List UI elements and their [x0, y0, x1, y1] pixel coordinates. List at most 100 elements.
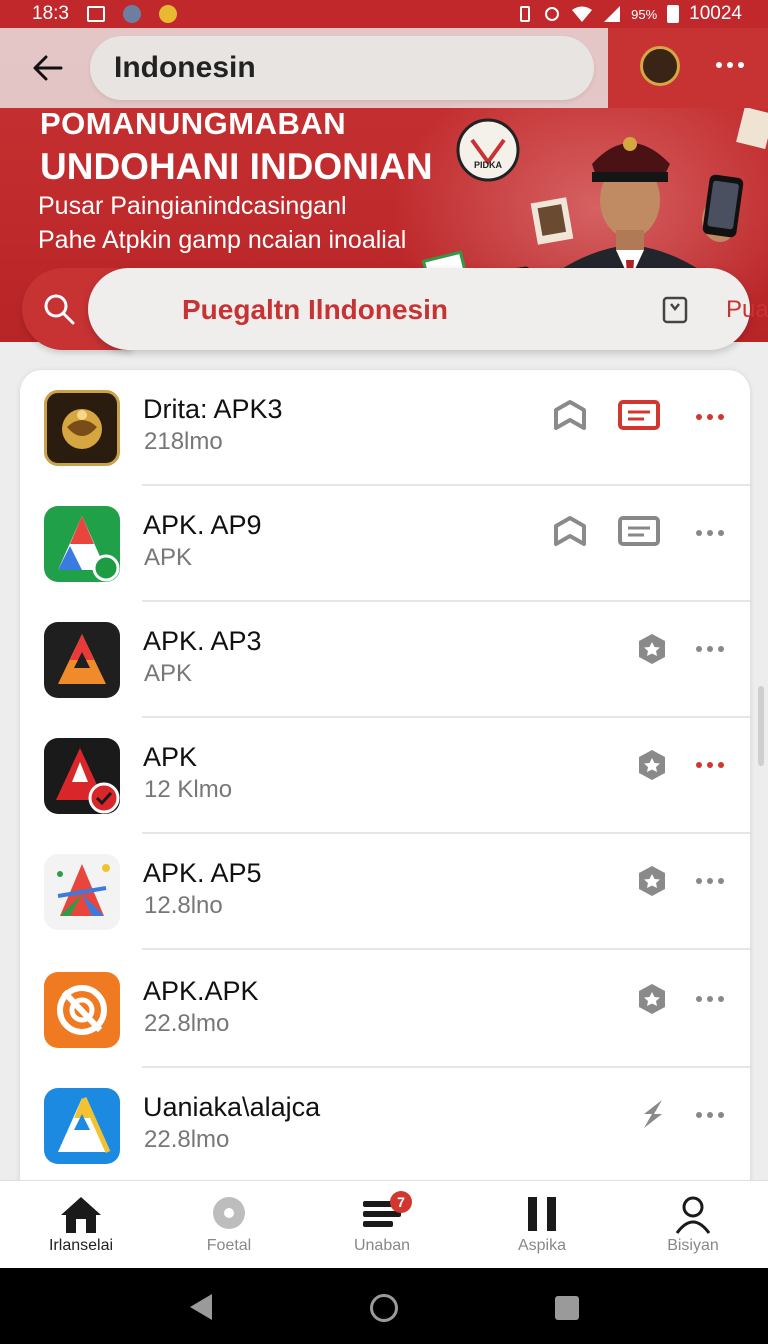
- app-meta: 22.8lmo: [144, 1126, 230, 1153]
- more-options-button[interactable]: [716, 62, 744, 68]
- shield-icon[interactable]: [552, 398, 588, 434]
- app-notification-icon-2: [158, 5, 177, 23]
- more-options-button[interactable]: [696, 414, 724, 420]
- search-icon[interactable]: [42, 292, 76, 326]
- battery-icon: [667, 5, 680, 23]
- list-item[interactable]: Drita: APK3 218lmo: [20, 370, 750, 486]
- app-notification-icon: [122, 5, 141, 23]
- message-icon[interactable]: [618, 400, 660, 430]
- message-icon[interactable]: [618, 516, 660, 546]
- hero-subtitle-2: Pahe Atpkin gamp ncaian inoalial: [38, 226, 407, 254]
- app-meta: APK: [144, 660, 193, 687]
- arrow-left-icon: [33, 55, 63, 81]
- more-options-button[interactable]: [696, 530, 724, 536]
- more-options-button[interactable]: [696, 1112, 724, 1118]
- person-icon: [675, 1196, 711, 1234]
- app-name: APK.APK: [143, 976, 259, 1006]
- nav-label: Unaban: [353, 1237, 411, 1254]
- app-bar-title[interactable]: Indonesin: [90, 36, 594, 100]
- pidka-badge-text: PIDKA: [474, 160, 503, 170]
- more-dot: [716, 62, 722, 68]
- app-name: APK. AP3: [143, 626, 262, 656]
- app-meta: 12 Klmo: [144, 776, 233, 803]
- list-item[interactable]: Uaniaka\alajca 22.8lmo: [20, 1068, 750, 1184]
- status-bar: 18:3 95% 10024: [0, 0, 768, 28]
- hex-star-icon[interactable]: [636, 864, 668, 898]
- shield-icon[interactable]: [552, 514, 588, 550]
- system-back-icon[interactable]: [190, 1294, 212, 1320]
- more-dot: [738, 62, 744, 68]
- top-app-bar: Indonesin: [0, 28, 768, 108]
- app-icon-red-a: [44, 738, 120, 814]
- more-options-button[interactable]: [696, 996, 724, 1002]
- app-icon-green-a: [44, 506, 120, 582]
- system-recents-icon[interactable]: [555, 1296, 579, 1320]
- more-options-button[interactable]: [696, 878, 724, 884]
- arrow-icon[interactable]: [638, 1098, 668, 1130]
- nav-item-home[interactable]: Irlanselai: [16, 1181, 146, 1269]
- search-query: Puegaltn Ilndonesin: [182, 294, 449, 325]
- app-name: APK: [143, 742, 198, 772]
- home-icon: [61, 1197, 101, 1233]
- nav-label: Aspika: [517, 1237, 567, 1254]
- photo-card-2: [736, 106, 768, 150]
- app-meta: 12.8lno: [144, 892, 223, 919]
- back-button[interactable]: [20, 48, 76, 88]
- bottom-nav: Irlanselai Foetal Unaban Aspika Bisiyan: [0, 1180, 768, 1268]
- bookmark-icon[interactable]: [662, 296, 688, 324]
- search-action-button[interactable]: Pualk: [726, 296, 768, 324]
- app-name: Drita: APK3: [143, 394, 283, 424]
- app-meta: APK: [144, 544, 193, 571]
- more-options-button[interactable]: [696, 762, 724, 768]
- system-nav-bar: [0, 1268, 768, 1344]
- system-home-icon[interactable]: [370, 1294, 398, 1322]
- nav-item-foetal[interactable]: Foetal: [164, 1181, 294, 1269]
- search-bar: Puegaltn Ilndonesin Pualk: [22, 268, 768, 350]
- hex-star-icon[interactable]: [636, 632, 668, 666]
- notification-badge: 7: [390, 1191, 412, 1213]
- app-icon-emblem: [44, 390, 120, 466]
- status-clock: 10024: [689, 3, 742, 24]
- nav-label: Irlanselai: [48, 1237, 114, 1254]
- app-meta: 22.8lmo: [144, 1010, 230, 1037]
- battery-percent: 95%: [631, 6, 658, 22]
- list-item[interactable]: APK.APK 22.8lmo: [20, 952, 750, 1068]
- emblem-icon[interactable]: [640, 46, 680, 86]
- nav-item-profile[interactable]: Bisiyan: [628, 1181, 758, 1269]
- app-name: APK. AP9: [143, 510, 262, 540]
- nav-label: Foetal: [206, 1237, 252, 1254]
- hex-star-icon[interactable]: [636, 982, 668, 1016]
- app-meta: 218lmo: [144, 428, 223, 455]
- more-dot: [727, 62, 733, 68]
- app-icon-blue-a: [44, 1088, 120, 1164]
- vibrate-icon: [520, 6, 531, 22]
- more-options-button[interactable]: [696, 646, 724, 652]
- app-icon-orange: [44, 972, 120, 1048]
- emblem-area: [608, 28, 768, 108]
- signal-icon: [604, 6, 621, 22]
- app-name: APK. AP5: [143, 858, 262, 888]
- wifi-icon: [572, 6, 593, 22]
- hero-subtitle: Pusar Paingianindcasinganl: [38, 192, 347, 220]
- app-icon-dark-a: [44, 622, 120, 698]
- scrollbar[interactable]: [758, 686, 764, 766]
- nav-item-unaban[interactable]: Unaban: [317, 1181, 447, 1269]
- hex-star-icon[interactable]: [636, 748, 668, 782]
- nav-label: Bisiyan: [667, 1237, 719, 1254]
- status-time: 18:3: [32, 3, 69, 24]
- hero-heading: UNDOHANI INDONIAN: [40, 146, 433, 187]
- pause-icon: [528, 1197, 556, 1231]
- search-input[interactable]: Puegaltn Ilndonesin Pualk: [88, 268, 768, 350]
- hero-title: POMANUNGMABAN: [40, 106, 347, 141]
- list-item[interactable]: APK. AP3 APK: [20, 602, 750, 718]
- list-item[interactable]: APK 12 Klmo: [20, 718, 750, 834]
- app-icon-colorful-a: [44, 854, 120, 930]
- app-list: Drita: APK3 218lmo APK. AP9 APK APK. AP3…: [20, 370, 750, 1200]
- pidka-badge-icon: PIDKA: [456, 118, 520, 182]
- list-item[interactable]: APK. AP5 12.8lno: [20, 834, 750, 950]
- disc-icon: [213, 1197, 245, 1229]
- gallery-icon: [86, 6, 105, 22]
- sync-icon: [545, 7, 560, 21]
- list-item[interactable]: APK. AP9 APK: [20, 486, 750, 602]
- nav-item-aspika[interactable]: Aspika: [477, 1181, 607, 1269]
